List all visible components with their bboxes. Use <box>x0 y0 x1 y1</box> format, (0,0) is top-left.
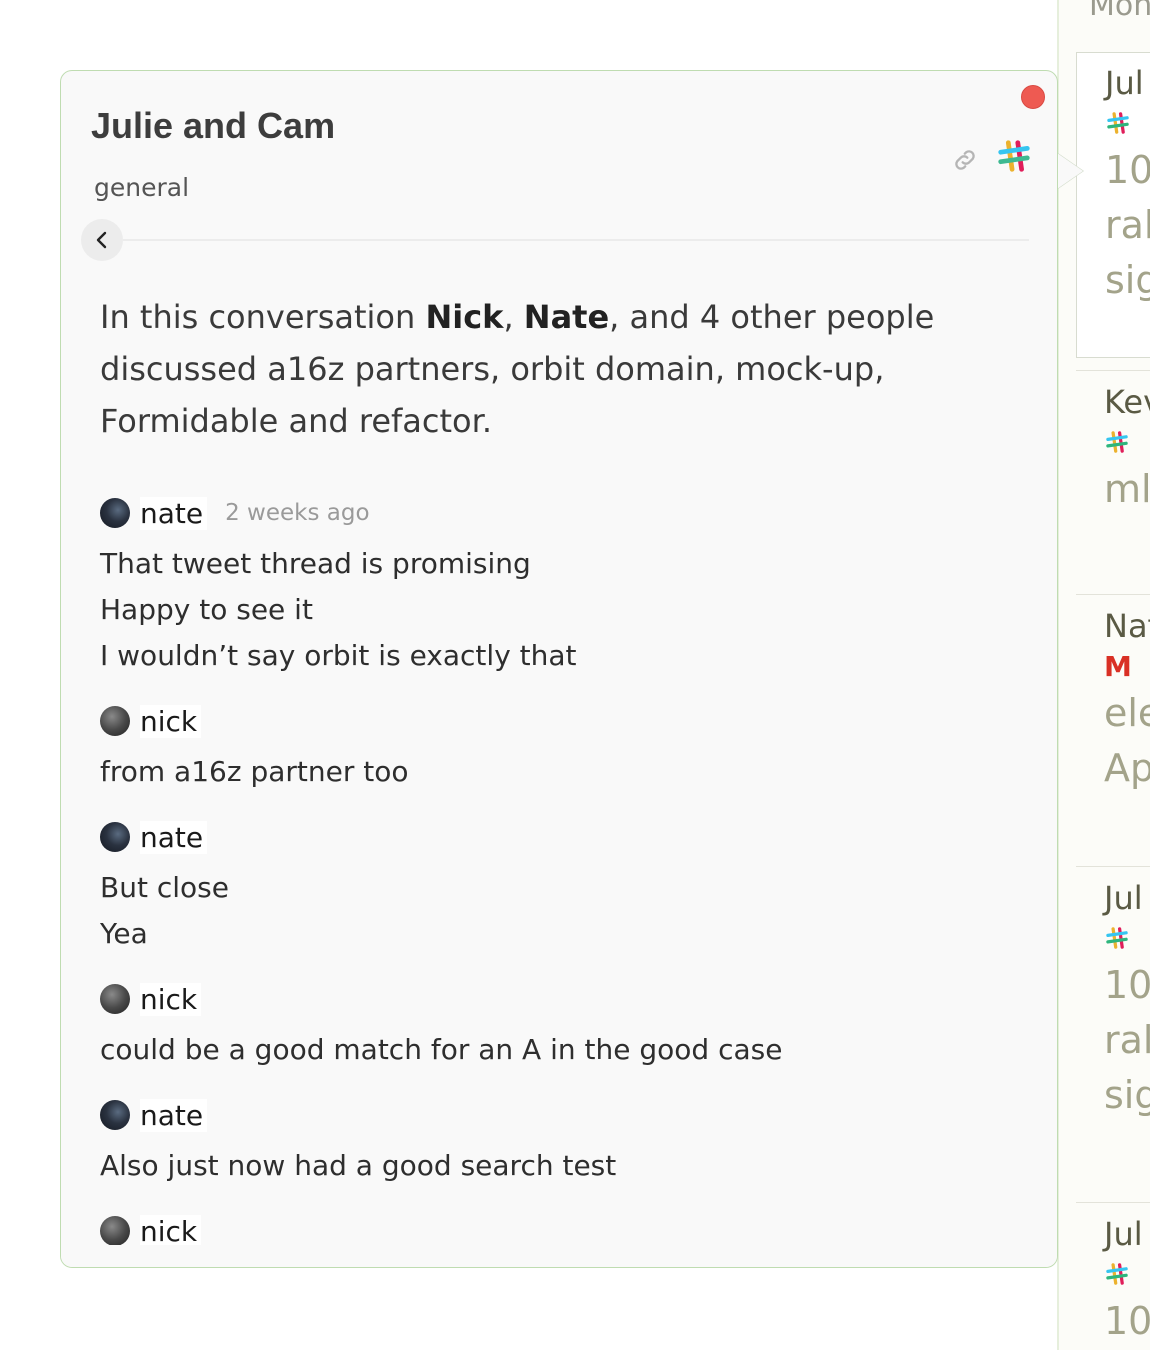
slack-icon <box>1107 112 1129 134</box>
link-icon[interactable] <box>951 146 979 174</box>
message-author[interactable]: nick <box>140 1214 202 1248</box>
list-item-source <box>1076 1254 1150 1294</box>
message-header: nate <box>100 819 1000 855</box>
message-text: could be a good match for an A in the go… <box>100 1033 783 1066</box>
list-item[interactable]: Jul 10 ral sig <box>1076 868 1150 1123</box>
summary-person: Nate <box>523 298 610 336</box>
avatar[interactable] <box>100 706 130 736</box>
message-group: nate But close Yea <box>100 819 1000 957</box>
list-item-source <box>1077 103 1150 143</box>
list-item-source: M <box>1076 646 1150 686</box>
message-text: from a16z partner too <box>100 755 409 788</box>
avatar[interactable] <box>100 1100 130 1130</box>
list-item-snippet: sig <box>1105 258 1150 302</box>
list-item-snippet: ele <box>1104 691 1150 735</box>
message-header: nick <box>100 1213 1000 1249</box>
slack-icon <box>1106 927 1128 949</box>
message-author[interactable]: nick <box>140 982 202 1016</box>
avatar[interactable] <box>100 984 130 1014</box>
message-group: nate Also just now had a good search test <box>100 1097 1000 1189</box>
message-group: nick from a16z partner too <box>100 703 1000 795</box>
popup-pointer <box>1057 153 1083 189</box>
list-divider <box>1076 866 1150 867</box>
conversation-popup: Julie and Cam general In this conversati… <box>60 70 1058 1268</box>
scroll-fade <box>61 1245 1057 1267</box>
message-author[interactable]: nick <box>140 704 202 738</box>
conversation-title: Julie and Cam <box>91 105 336 146</box>
list-item-title: Jul <box>1104 1215 1143 1253</box>
list-divider <box>1076 594 1150 595</box>
list-item-snippet: ral <box>1105 203 1150 247</box>
list-item[interactable]: Jul 10 <box>1076 1204 1150 1349</box>
message-list: nate 2 weeks ago That tweet thread is prom… <box>100 495 1000 1267</box>
message-header: nick <box>100 703 1000 739</box>
message-author[interactable]: nate <box>140 1098 208 1132</box>
message-group: nick <box>100 1213 1000 1249</box>
avatar[interactable] <box>100 1216 130 1246</box>
message-header: nate <box>100 1097 1000 1133</box>
list-item-snippet: 10 <box>1105 148 1150 192</box>
list-item[interactable]: NatMeleAp <box>1076 596 1150 796</box>
message-group: nate 2 weeks ago That tweet thread is prom… <box>100 495 1000 679</box>
summary-person: Nick <box>425 298 504 336</box>
list-item-snippet: 10 <box>1104 963 1150 1007</box>
message-text: I wouldn’t say orbit is exactly that <box>100 639 577 672</box>
list-divider <box>1076 370 1150 371</box>
list-item-snippet: sig <box>1104 1073 1150 1117</box>
list-item-source <box>1076 422 1150 462</box>
message-author[interactable]: nate <box>140 820 208 854</box>
message-text: That tweet thread is promising <box>100 547 531 580</box>
back-button[interactable] <box>81 219 123 261</box>
message-author[interactable]: nate <box>140 496 208 530</box>
message-timestamp: 2 weeks ago <box>225 500 370 526</box>
header-divider <box>123 239 1029 241</box>
list-header: Mon <box>1089 0 1150 23</box>
message-text: Happy to see it <box>100 593 313 626</box>
slack-icon <box>1106 431 1128 453</box>
chevron-left-icon <box>96 231 107 249</box>
summary-separator: , <box>503 298 524 336</box>
list-item-title: Kev <box>1104 383 1150 421</box>
list-item[interactable]: Jul 10 ral sig <box>1076 52 1150 358</box>
message-header: nate 2 weeks ago <box>100 495 1000 531</box>
avatar[interactable] <box>100 498 130 528</box>
slack-icon <box>1106 1263 1128 1285</box>
message-text: Also just now had a good search test <box>100 1149 617 1182</box>
list-item-snippet: Ap <box>1104 746 1150 790</box>
message-text: Yea <box>100 917 148 950</box>
list-item-title: Jul <box>1105 64 1144 102</box>
list-item[interactable]: Kev ml, <box>1076 372 1150 517</box>
list-divider <box>1076 1202 1150 1203</box>
message-group: nick could be a good match for an A in th… <box>100 981 1000 1073</box>
list-item-snippet: ral <box>1104 1018 1150 1062</box>
list-item-snippet: 10 <box>1104 1299 1150 1343</box>
list-item-source <box>1076 918 1150 958</box>
list-item-snippet: ml, <box>1104 467 1150 511</box>
close-button[interactable] <box>1021 85 1045 109</box>
slack-icon[interactable] <box>995 137 1033 175</box>
avatar[interactable] <box>100 822 130 852</box>
message-text: But close <box>100 871 229 904</box>
list-item-title: Jul <box>1104 879 1143 917</box>
background-list: Mon Jul10ralsigKevml,NatMeleApJul10ralsi… <box>1057 0 1150 1350</box>
conversation-summary: In this conversation Nick, Nate, and 4 o… <box>100 291 960 447</box>
channel-name: general <box>94 173 190 202</box>
summary-prefix: In this conversation <box>100 298 426 336</box>
message-header: nick <box>100 981 1000 1017</box>
